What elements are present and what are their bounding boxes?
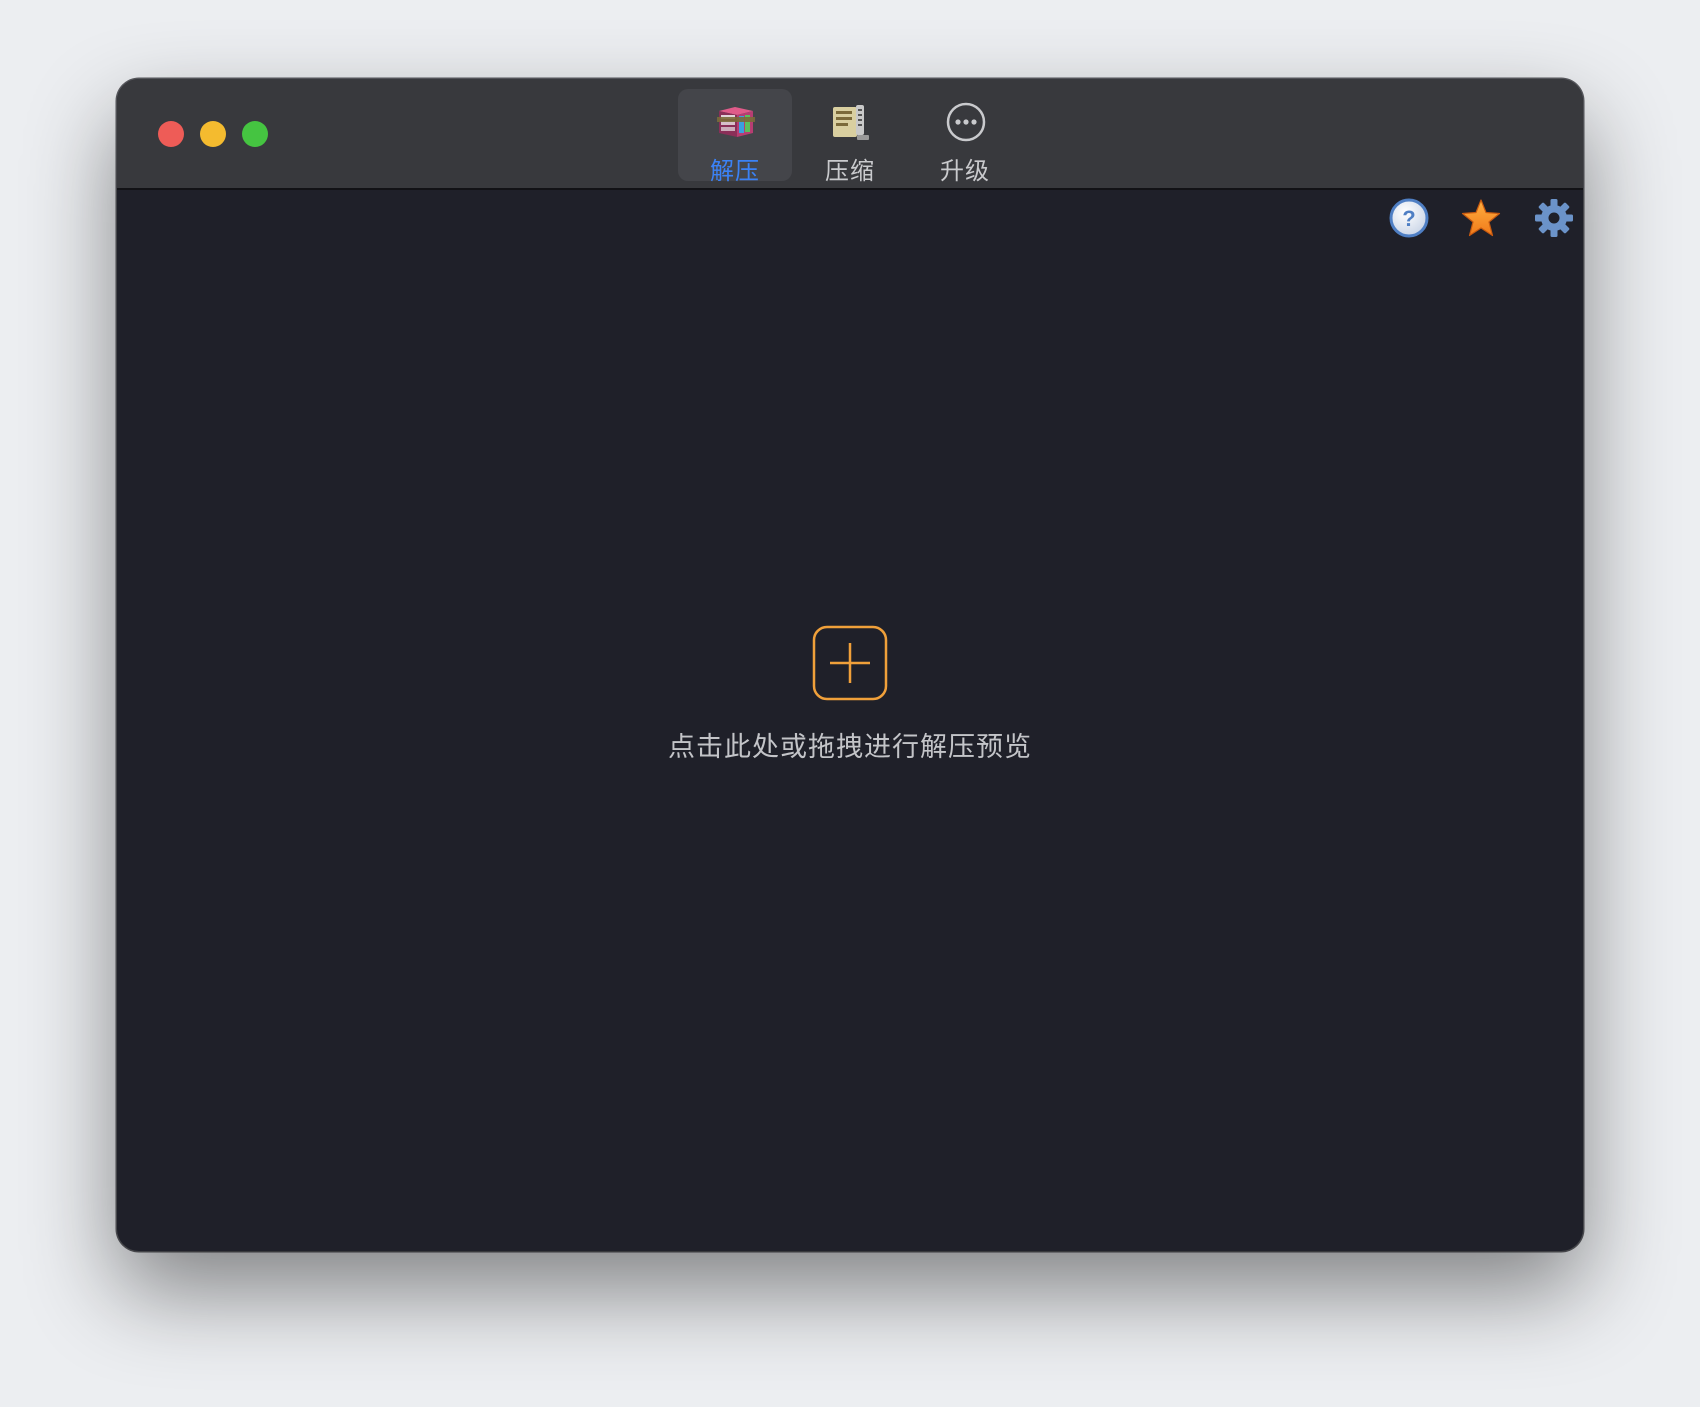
more-ellipsis-icon (946, 102, 986, 142)
drop-zone[interactable]: 点击此处或拖拽进行解压预览 (117, 625, 1583, 764)
tab-label: 压缩 (825, 157, 875, 185)
zoom-window-button[interactable] (242, 121, 268, 147)
close-window-button[interactable] (158, 121, 184, 147)
minimize-window-button[interactable] (200, 121, 226, 147)
gear-icon[interactable] (1533, 197, 1575, 239)
extract-books-icon (717, 107, 755, 137)
tab-label: 升级 (940, 157, 990, 185)
title-bar: 解压 压缩 升级 (117, 79, 1583, 190)
svg-text:?: ? (1402, 206, 1415, 231)
star-icon[interactable] (1460, 197, 1502, 239)
compress-archive-icon (833, 105, 869, 140)
tab-extract[interactable]: 解压 (678, 89, 792, 185)
tab-label: 解压 (710, 157, 760, 185)
app-window: 解压 压缩 升级 ? 点击此处或拖拽进行解压预览 (117, 79, 1583, 1251)
plus-square-icon[interactable] (812, 625, 888, 701)
help-icon[interactable]: ? (1388, 197, 1430, 239)
tab-compress[interactable]: 压缩 (793, 89, 907, 185)
drop-hint-text: 点击此处或拖拽进行解压预览 (668, 732, 1032, 763)
tab-upgrade[interactable]: 升级 (908, 89, 1022, 185)
